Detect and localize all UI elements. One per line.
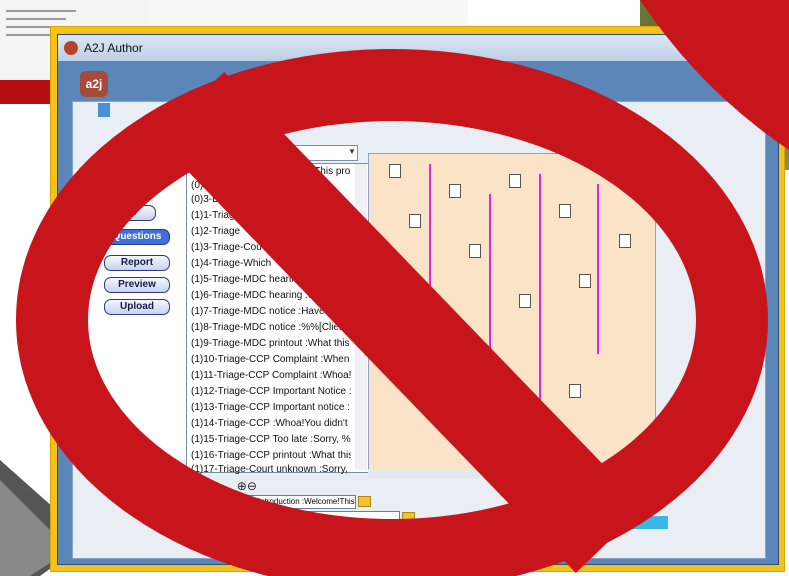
flow-node[interactable] [579, 274, 591, 288]
question-list: (0)1-Introduction :Welcome!This pro (0)2… [186, 163, 370, 475]
document-icon[interactable] [98, 103, 110, 117]
text-line [6, 34, 56, 36]
list-item[interactable]: (1)5-Triage-MDC hearing [191, 274, 351, 285]
list-item[interactable]: (1)8-Triage-MDC notice :%%[Client [191, 322, 351, 333]
app-icon [64, 41, 78, 55]
toolbar: ⊘ ⓘ ⊕⊖ [190, 477, 257, 494]
connector-line [597, 184, 599, 354]
app-window: A2J Author a2j SEND FEEDBACK Steps Quest… [57, 34, 779, 565]
window-title: A2J Author [84, 41, 143, 55]
zoom-66[interactable]: 66% [533, 517, 551, 527]
text-line [6, 10, 76, 12]
zoom-100[interactable]: 100% [498, 517, 521, 527]
flow-node[interactable] [469, 244, 481, 258]
zoom-25[interactable]: 25 [564, 517, 574, 527]
flow-node[interactable] [569, 384, 581, 398]
list-item[interactable]: (0)2-Have your fi [191, 180, 351, 191]
question-filter-select[interactable] [186, 145, 358, 161]
list-item[interactable]: (1)2-Triage [191, 226, 351, 237]
list-item[interactable]: (1)6-Triage-MDC hearing :So [191, 290, 351, 301]
info-icon[interactable]: ⓘ [203, 479, 215, 493]
chevron-down-icon[interactable]: ▼ [346, 145, 358, 159]
flow-node[interactable] [519, 294, 531, 308]
list-item[interactable]: (1)16-Triage-CCP printout :What this [191, 450, 351, 461]
flow-node[interactable] [509, 174, 521, 188]
zoom-controls-icon[interactable]: ⊕⊖ [237, 479, 257, 493]
flow-node[interactable] [409, 214, 421, 228]
list-item[interactable]: (1)4-Triage-Which [191, 258, 351, 269]
nav-report-button[interactable]: Report [104, 255, 170, 271]
starting-point-field[interactable]: (0)1-Introduction :Welcome!This p [240, 495, 356, 509]
sidebar: Steps Questions Report Preview Upload [74, 169, 190, 459]
title-bar: A2J Author [58, 35, 778, 61]
list-item[interactable]: (1)15-Triage-CCP Too late :Sorry, % [191, 434, 351, 445]
folder-icon[interactable] [358, 496, 371, 507]
send-feedback-button[interactable]: SEND FEEDBACK [468, 99, 536, 112]
zoom-fit[interactable]: fit [478, 517, 485, 527]
flowchart-map[interactable] [368, 153, 656, 471]
flow-node[interactable] [619, 234, 631, 248]
list-item[interactable]: (1)13-Triage-CCP Important notice : [191, 402, 351, 413]
list-item[interactable]: (1)17-Triage-Court unknown :Sorry, [191, 464, 351, 475]
zoom-bar: fit 100% 66% 25 [468, 516, 668, 529]
nav-upload-button[interactable]: Upload [104, 299, 170, 315]
a2j-logo: a2j [80, 71, 108, 97]
flow-node[interactable] [559, 204, 571, 218]
nav-questions-button[interactable]: Questions [104, 229, 170, 245]
folder-icon[interactable] [402, 512, 415, 523]
list-item[interactable]: (1)12-Triage-CCP Important Notice : [191, 386, 351, 397]
list-item[interactable]: (0)3-Before [191, 194, 351, 205]
flow-node[interactable] [449, 184, 461, 198]
list-item[interactable]: (1)14-Triage-CCP :Whoa!You didn't [191, 418, 351, 429]
flow-node[interactable] [389, 164, 401, 178]
list-item[interactable]: (1)10-Triage-CCP Complaint :When [191, 354, 351, 365]
exit-field[interactable]: <none> [240, 511, 400, 525]
nav-preview-button[interactable]: Preview [104, 277, 170, 293]
map-scrollbar[interactable] [368, 469, 654, 479]
flow-node[interactable] [459, 404, 471, 418]
list-scrollbar[interactable] [355, 164, 367, 470]
list-item[interactable]: (1)1-Triage [191, 210, 351, 221]
list-item[interactable]: (1)11-Triage-CCP Complaint :Whoa! [191, 370, 351, 381]
list-item[interactable]: (1)9-Triage-MDC printout :What this [191, 338, 351, 349]
link-icon[interactable]: ⊘ [190, 479, 200, 493]
list-item[interactable]: (0)1-Introduction :Welcome!This pro [191, 166, 351, 177]
list-item[interactable]: (1)3-Triage-Cou [191, 242, 351, 253]
connector-line [539, 174, 541, 414]
connector-line [429, 164, 431, 364]
connector-line [489, 194, 491, 374]
text-line [6, 18, 66, 20]
list-item[interactable]: (1)7-Triage-MDC notice :Have you [191, 306, 351, 317]
nav-steps-button[interactable]: Steps [90, 205, 156, 221]
flow-node[interactable] [399, 354, 411, 368]
